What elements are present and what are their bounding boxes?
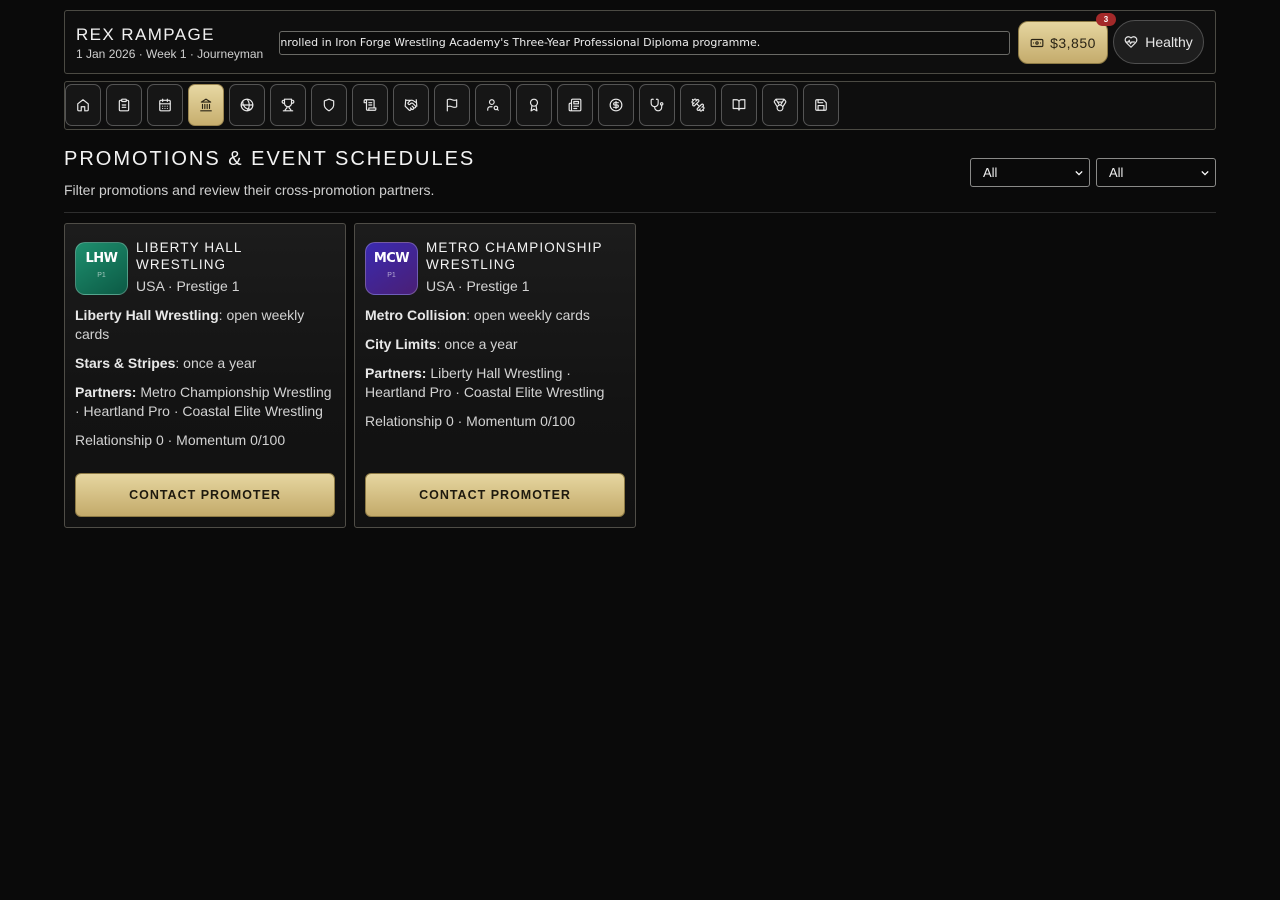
nav-academy[interactable] (721, 84, 757, 126)
nav-training[interactable] (229, 84, 265, 126)
ppv-show-line: Stars & Stripes: once a year (75, 354, 337, 373)
health-status: Healthy (1145, 34, 1193, 50)
ppv-show-line: City Limits: once a year (365, 335, 627, 354)
promotion-logo: LHW P1 (75, 242, 128, 295)
weekly-show-name: Metro Collision (365, 307, 467, 323)
partners-line: Partners: Metro Championship Wrestling ·… (75, 383, 337, 421)
shield-icon (323, 98, 335, 112)
promotion-stats: Relationship 0 · Momentum 0/100 (365, 413, 576, 429)
ppv-show-name: City Limits (365, 336, 437, 352)
promotion-meta: USA · Prestige 1 (426, 278, 530, 294)
money-value: $3,850 (1050, 34, 1096, 51)
region-filter-value: All (983, 165, 998, 180)
nav-titles[interactable] (270, 84, 306, 126)
nav-tasks[interactable] (106, 84, 142, 126)
nav-gym[interactable] (680, 84, 716, 126)
money-button[interactable]: $3,850 (1018, 21, 1108, 64)
stethoscope-icon (650, 98, 664, 112)
top-bar: REX RAMPAGE 1 Jan 2026 · Week 1 · Journe… (64, 10, 1216, 74)
promotion-logo-tier: P1 (97, 272, 106, 279)
promotion-meta: USA · Prestige 1 (136, 278, 240, 294)
notification-badge: 3 (1096, 13, 1116, 26)
weekly-show-line: Metro Collision: open weekly cards (365, 306, 627, 325)
trophy-icon (281, 98, 295, 112)
ppv-show-desc: : once a year (175, 355, 257, 371)
partners-label: Partners: (75, 384, 137, 400)
save-icon (815, 99, 827, 111)
divider (64, 212, 1216, 213)
promotion-card: MCW P1 METRO CHAMPIONSHIP WRESTLING USA … (354, 223, 636, 528)
clipboard-icon (118, 98, 130, 112)
promotion-card: LHW P1 LIBERTY HALL WRESTLING USA · Pres… (64, 223, 346, 528)
prestige-filter-select[interactable]: All (1096, 158, 1216, 187)
promotion-name: LIBERTY HALL WRESTLING (136, 240, 242, 272)
promotion-details: Metro Collision: open weekly cards City … (365, 306, 627, 441)
promotion-details: Liberty Hall Wrestling: open weekly card… (75, 306, 337, 460)
newspaper-icon (568, 98, 582, 112)
ppv-show-name: Stars & Stripes (75, 355, 176, 371)
page-title: PROMOTIONS & EVENT SCHEDULES (64, 148, 476, 170)
ball-icon (240, 98, 254, 112)
nav-medical[interactable] (639, 84, 675, 126)
heart-pulse-icon (1124, 36, 1138, 48)
medal-icon (773, 98, 787, 112)
promotion-logo-abbr: LHW (85, 251, 118, 266)
chevron-down-icon (1075, 170, 1083, 176)
flag-icon (446, 98, 458, 112)
nav-achievements[interactable] (762, 84, 798, 126)
contact-promoter-button[interactable]: CONTACT PROMOTER (75, 473, 335, 517)
contact-promoter-button[interactable]: CONTACT PROMOTER (365, 473, 625, 517)
nav-deals[interactable] (393, 84, 429, 126)
player-subtitle: 1 Jan 2026 · Week 1 · Journeyman (76, 47, 264, 61)
award-icon (529, 98, 539, 112)
user-search-icon (487, 99, 499, 111)
page-subtitle: Filter promotions and review their cross… (64, 182, 435, 198)
nav-news[interactable] (557, 84, 593, 126)
nav-finances[interactable] (598, 84, 634, 126)
partners-line: Partners: Liberty Hall Wrestling · Heart… (365, 364, 627, 402)
promotion-logo-tier: P1 (387, 272, 396, 279)
landmark-icon (200, 98, 212, 112)
nav-goals[interactable] (434, 84, 470, 126)
book-icon (732, 99, 746, 111)
nav-bar (64, 81, 1216, 130)
weekly-show-line: Liberty Hall Wrestling: open weekly card… (75, 306, 337, 344)
region-filter-select[interactable]: All (970, 158, 1090, 187)
nav-security[interactable] (311, 84, 347, 126)
promotion-stats: Relationship 0 · Momentum 0/100 (75, 432, 286, 448)
player-name: REX RAMPAGE (76, 25, 215, 44)
weekly-show-name: Liberty Hall Wrestling (75, 307, 219, 323)
prestige-filter-value: All (1109, 165, 1124, 180)
promotion-logo: MCW P1 (365, 242, 418, 295)
ticker-text: Rex Rampage enrolled in Iron Forge Wrest… (280, 36, 761, 49)
nav-save[interactable] (803, 84, 839, 126)
news-ticker: Rex Rampage enrolled in Iron Forge Wrest… (279, 31, 1010, 55)
promotion-name: METRO CHAMPIONSHIP WRESTLING (426, 240, 603, 272)
nav-scouting[interactable] (475, 84, 511, 126)
calendar-icon (159, 98, 171, 112)
nav-calendar[interactable] (147, 84, 183, 126)
partners-label: Partners: (365, 365, 427, 381)
nav-awards[interactable] (516, 84, 552, 126)
chevron-down-icon (1201, 170, 1209, 176)
dumbbell-icon (691, 98, 705, 112)
handshake-icon (404, 99, 418, 111)
weekly-show-desc: : open weekly cards (466, 307, 590, 323)
scroll-icon (363, 99, 377, 111)
home-icon (77, 99, 89, 112)
nav-contracts[interactable] (352, 84, 388, 126)
promotion-logo-abbr: MCW (373, 251, 410, 266)
dollar-icon (609, 98, 623, 112)
nav-promotions[interactable] (188, 84, 224, 126)
banknote-icon (1030, 38, 1044, 47)
ppv-show-desc: : once a year (436, 336, 518, 352)
nav-home[interactable] (65, 84, 101, 126)
health-button[interactable]: Healthy (1113, 20, 1204, 64)
